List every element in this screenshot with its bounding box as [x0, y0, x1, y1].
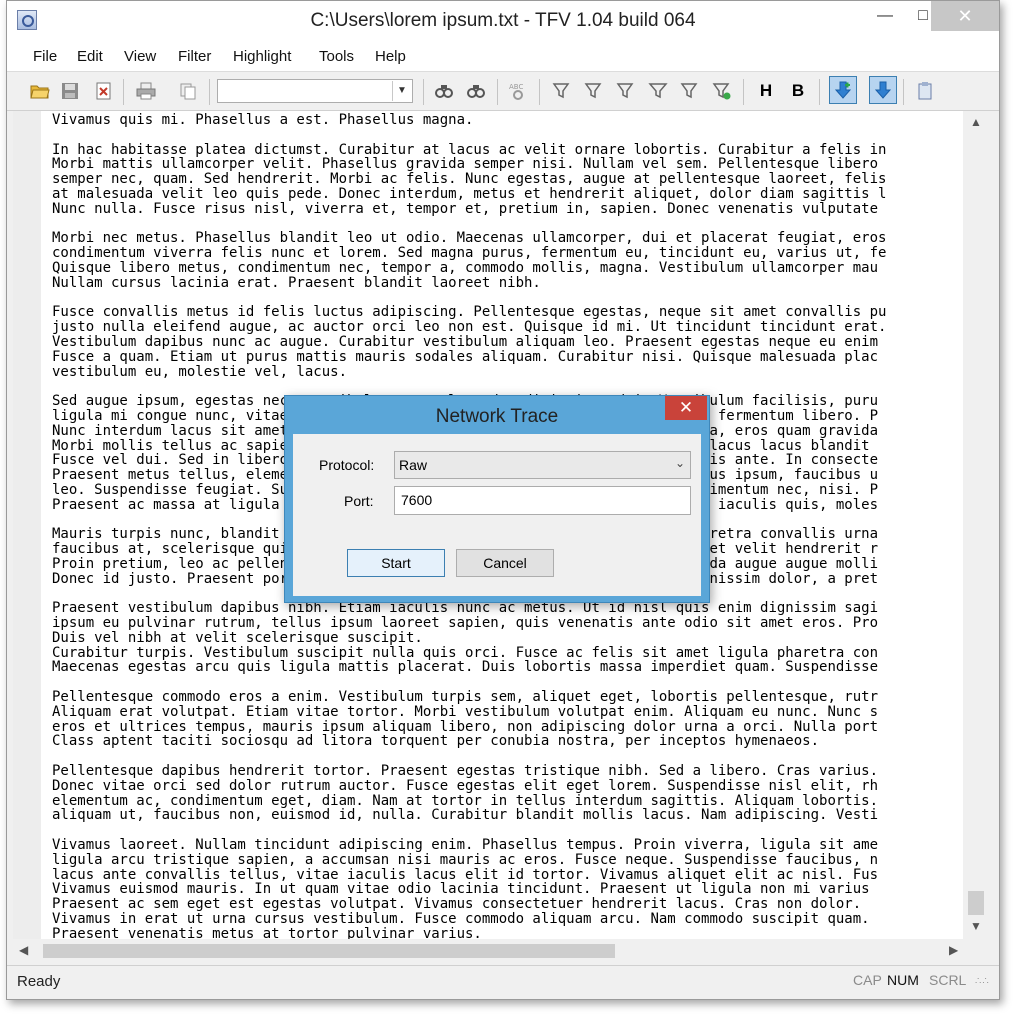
network-trace-dialog: Network Trace ✕ Protocol: Raw ⌄ Port: 76… [284, 395, 710, 603]
port-label: Port: [344, 493, 374, 509]
spellcheck-icon[interactable]: ABC [507, 80, 529, 102]
cancel-button[interactable]: Cancel [456, 549, 554, 577]
toolbar: ▼ ABC H B [7, 72, 999, 111]
filter-edit-icon[interactable] [583, 80, 605, 102]
clipboard-icon[interactable] [915, 80, 937, 102]
follow-tail-icon[interactable] [829, 76, 857, 104]
scroll-right-icon[interactable]: ▶ [949, 943, 958, 957]
text-line: Nullam cursus lacinia erat. Praesent bla… [52, 274, 541, 291]
text-line: Praesent ac sem eget est egestas volutpa… [52, 896, 862, 913]
vertical-scroll-thumb[interactable] [968, 891, 984, 915]
text-line: Fusce convallis metus id felis luctus ad… [52, 304, 887, 321]
scroll-down-icon[interactable]: ▼ [963, 919, 989, 933]
text-line: Vivamus laoreet. Nullam tincidunt adipis… [52, 837, 879, 854]
text-line: Nunc nulla. Fusce risus nisl, viverra et… [52, 200, 879, 217]
menu-filter[interactable]: Filter [178, 48, 211, 65]
text-line: Maecenas egestas arcu quis ligula mattis… [52, 659, 879, 676]
text-line: aliquam ut, faucibus non, euismod id, nu… [52, 807, 879, 824]
text-line: Donec vitae orci sed dolor rutrum auctor… [52, 777, 879, 794]
svg-text:ABC: ABC [509, 83, 523, 91]
text-line: Vivamus quis mi. Phasellus a est. Phasel… [52, 112, 474, 128]
text-line: ligula arcu tristique sapien, a accumsan… [52, 851, 879, 868]
text-line: condimentum viverra felis nunc et lorem.… [52, 245, 887, 262]
print-icon[interactable] [135, 80, 157, 102]
text-line: ipsum eu pulvinar rutrum, tellus ipsum l… [52, 615, 879, 632]
menu-tools[interactable]: Tools [319, 48, 354, 65]
close-button[interactable]: ✕ [931, 1, 999, 31]
port-value: 7600 [401, 492, 433, 508]
filter-options-icon[interactable] [615, 80, 637, 102]
chevron-down-icon: ⌄ [674, 456, 685, 470]
scroll-corner [963, 939, 989, 963]
text-line: elementum ac, condimentum eget, diam. Na… [52, 792, 879, 809]
text-line: Quisque libero metus, condimentum nec, t… [52, 259, 879, 276]
find-next-icon[interactable] [465, 80, 487, 102]
text-line: Vivamus euismod mauris. In ut quam vitae… [52, 881, 870, 898]
open-folder-icon[interactable] [29, 80, 51, 102]
vertical-scrollbar[interactable]: ▲ ▼ [963, 111, 989, 939]
status-text: Ready [17, 973, 61, 990]
text-line: Praesent venenatis metus at tortor pulvi… [52, 925, 482, 939]
menu-view[interactable]: View [124, 48, 156, 65]
chevron-down-icon[interactable]: ▼ [392, 81, 411, 101]
protocol-value: Raw [399, 457, 428, 473]
auto-scroll-icon[interactable] [869, 76, 897, 104]
title-bar: C:\Users\lorem ipsum.txt - TFV 1.04 buil… [7, 1, 999, 41]
text-line: Fusce a quam. Etiam ut purus mattis maur… [52, 348, 879, 365]
text-line: at malesuada velit leo quis pede. Donec … [52, 185, 887, 202]
text-line: Vivamus in erat ut urna cursus vestibulu… [52, 911, 870, 928]
text-line: Aliquam erat volutpat. Etiam vitae torto… [52, 703, 879, 720]
close-file-icon[interactable] [93, 80, 115, 102]
menu-edit[interactable]: Edit [77, 48, 103, 65]
copy-icon[interactable] [177, 80, 199, 102]
text-line: Morbi mattis ullamcorper velit. Phasellu… [52, 156, 879, 173]
window-title: C:\Users\lorem ipsum.txt - TFV 1.04 buil… [310, 10, 696, 31]
text-line: Curabitur turpis. Vestibulum suscipit nu… [52, 644, 879, 661]
highlight-h-button[interactable]: H [755, 80, 777, 102]
filter-add-icon[interactable] [551, 80, 573, 102]
protocol-label: Protocol: [319, 457, 375, 473]
text-line: In hac habitasse platea dictumst. Curabi… [52, 141, 887, 158]
filter-apply-icon[interactable] [711, 80, 733, 102]
text-line: Duis vel nibh at velit scelerisque susci… [52, 629, 423, 646]
save-icon[interactable] [59, 80, 81, 102]
protocol-select[interactable]: Raw ⌄ [394, 451, 691, 479]
menu-highlight[interactable]: Highlight [233, 48, 291, 65]
scroll-up-icon[interactable]: ▲ [963, 115, 989, 129]
horizontal-scroll-thumb[interactable] [43, 944, 615, 958]
start-button[interactable]: Start [347, 549, 445, 577]
scroll-left-icon[interactable]: ◀ [19, 943, 28, 957]
num-indicator: NUM [887, 972, 919, 988]
dialog-body: Protocol: Raw ⌄ Port: 7600 Start Cancel [293, 434, 701, 596]
horizontal-scrollbar[interactable]: ◀ ▶ [13, 939, 963, 963]
highlight-b-button[interactable]: B [787, 80, 809, 102]
text-line: Pellentesque commodo eros a enim. Vestib… [52, 689, 879, 706]
text-line: eros et ultrices tempus, mauris ipsum al… [52, 718, 879, 735]
text-line: semper nec, quam. Sed hendrerit. Morbi a… [52, 171, 887, 188]
cap-indicator: CAP [853, 972, 882, 988]
menu-file[interactable]: File [33, 48, 57, 65]
dialog-close-button[interactable]: ✕ [665, 396, 707, 420]
text-line: Pellentesque dapibus hendrerit tortor. P… [52, 763, 879, 780]
port-input[interactable]: 7600 [394, 486, 691, 515]
text-line: lacus ante convallis tellus, vitae iacul… [52, 866, 879, 883]
dialog-title: Network Trace [435, 406, 559, 427]
text-line: Morbi nec metus. Phasellus blandit leo u… [52, 230, 887, 247]
text-line: vestibulum eu, molestie vel, lacus. [52, 363, 348, 380]
search-combo[interactable]: ▼ [217, 79, 413, 103]
scrl-indicator: SCRL [929, 972, 967, 988]
status-bar: Ready CAP NUM SCRL ∴∴ [7, 965, 999, 996]
resize-grip-icon[interactable]: ∴∴ [975, 976, 990, 987]
filter-remove-icon[interactable] [679, 80, 701, 102]
text-line: Vestibulum dapibus nunc ac augue. Curabi… [52, 333, 879, 350]
text-line: justo nulla eleifend augue, ac auctor or… [52, 319, 887, 336]
menu-bar: File Edit View Filter Highlight Tools He… [7, 41, 999, 72]
text-line: Class aptent taciti sociosqu ad litora t… [52, 733, 820, 750]
find-prev-icon[interactable] [433, 80, 455, 102]
filter-icon[interactable] [647, 80, 669, 102]
menu-help[interactable]: Help [375, 48, 406, 65]
